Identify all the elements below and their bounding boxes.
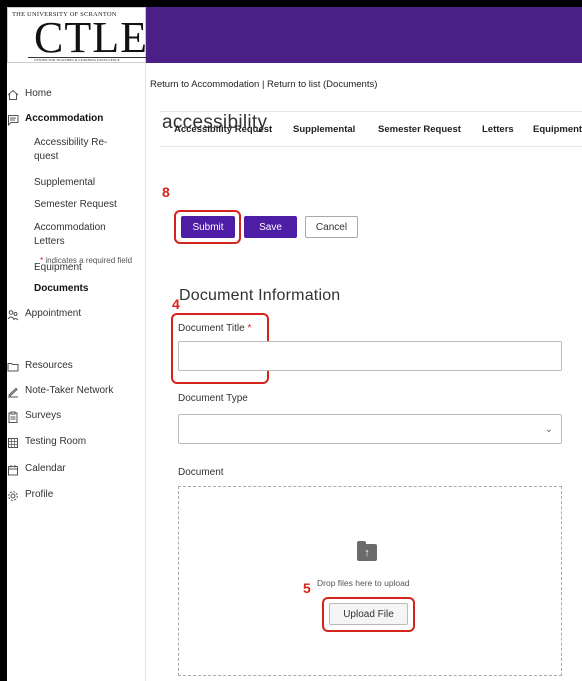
document-title-input[interactable] bbox=[178, 341, 562, 371]
annotation-step-5: 5 bbox=[303, 580, 311, 596]
ctle-logo[interactable]: THE UNIVERSITY OF SCRANTON CTLE CENTER F… bbox=[7, 7, 147, 63]
required-field-note: * indicates a required field bbox=[40, 256, 133, 265]
calendar-grid-icon bbox=[8, 438, 18, 448]
sidebar-subitem-supplemental[interactable]: Supplemental bbox=[34, 176, 95, 190]
cancel-button[interactable]: Cancel bbox=[305, 216, 358, 238]
document-type-label: Document Type bbox=[178, 393, 248, 404]
tab-bar: Accessibility Request Supplemental Semes… bbox=[160, 111, 582, 147]
tab-letters[interactable]: Letters bbox=[482, 124, 514, 135]
chevron-down-icon: ⌄ bbox=[544, 424, 553, 435]
app-window: THE UNIVERSITY OF SCRANTON CTLE CENTER F… bbox=[7, 7, 582, 681]
tab-accessibility-request[interactable]: Accessibility Request bbox=[174, 124, 272, 135]
document-label: Document bbox=[178, 467, 224, 478]
upload-folder-icon: ↑ bbox=[357, 541, 377, 561]
home-icon bbox=[7, 89, 19, 100]
document-type-select[interactable]: ⌄ bbox=[178, 414, 562, 444]
annotation-step-4: 4 bbox=[172, 296, 180, 312]
sidebar-subitem-accommodation-letters[interactable]: Accommodation Letters bbox=[34, 221, 124, 249]
clipboard-icon bbox=[8, 411, 18, 423]
submit-button[interactable]: Submit bbox=[181, 216, 235, 238]
people-icon bbox=[7, 310, 19, 321]
sidebar-subitem-semester-request[interactable]: Semester Request bbox=[34, 198, 117, 212]
folder-icon bbox=[7, 363, 19, 372]
tab-equipment[interactable]: Equipment bbox=[533, 124, 582, 135]
gear-icon bbox=[8, 491, 18, 501]
save-button[interactable]: Save bbox=[244, 216, 297, 238]
calendar-icon bbox=[8, 465, 18, 476]
sidebar-subitem-accessibility-request[interactable]: Accessibility Re-quest bbox=[34, 136, 129, 164]
comment-icon bbox=[8, 115, 19, 126]
pencil-icon bbox=[8, 387, 18, 398]
sidebar-subitem-documents[interactable]: Documents bbox=[34, 282, 88, 296]
annotation-step-8: 8 bbox=[162, 184, 170, 200]
drop-files-text: Drop files here to upload bbox=[317, 578, 410, 588]
document-title-label: Document Title * bbox=[178, 323, 252, 334]
breadcrumb[interactable]: Return to Accommodation | Return to list… bbox=[150, 79, 377, 90]
tab-semester-request[interactable]: Semester Request bbox=[378, 124, 461, 135]
sidebar: Home Accommodation Accessibility Re-ques… bbox=[7, 63, 146, 681]
tab-supplemental[interactable]: Supplemental bbox=[293, 124, 355, 135]
upload-file-button[interactable]: Upload File bbox=[329, 603, 408, 625]
section-title: Document Information bbox=[179, 287, 341, 304]
